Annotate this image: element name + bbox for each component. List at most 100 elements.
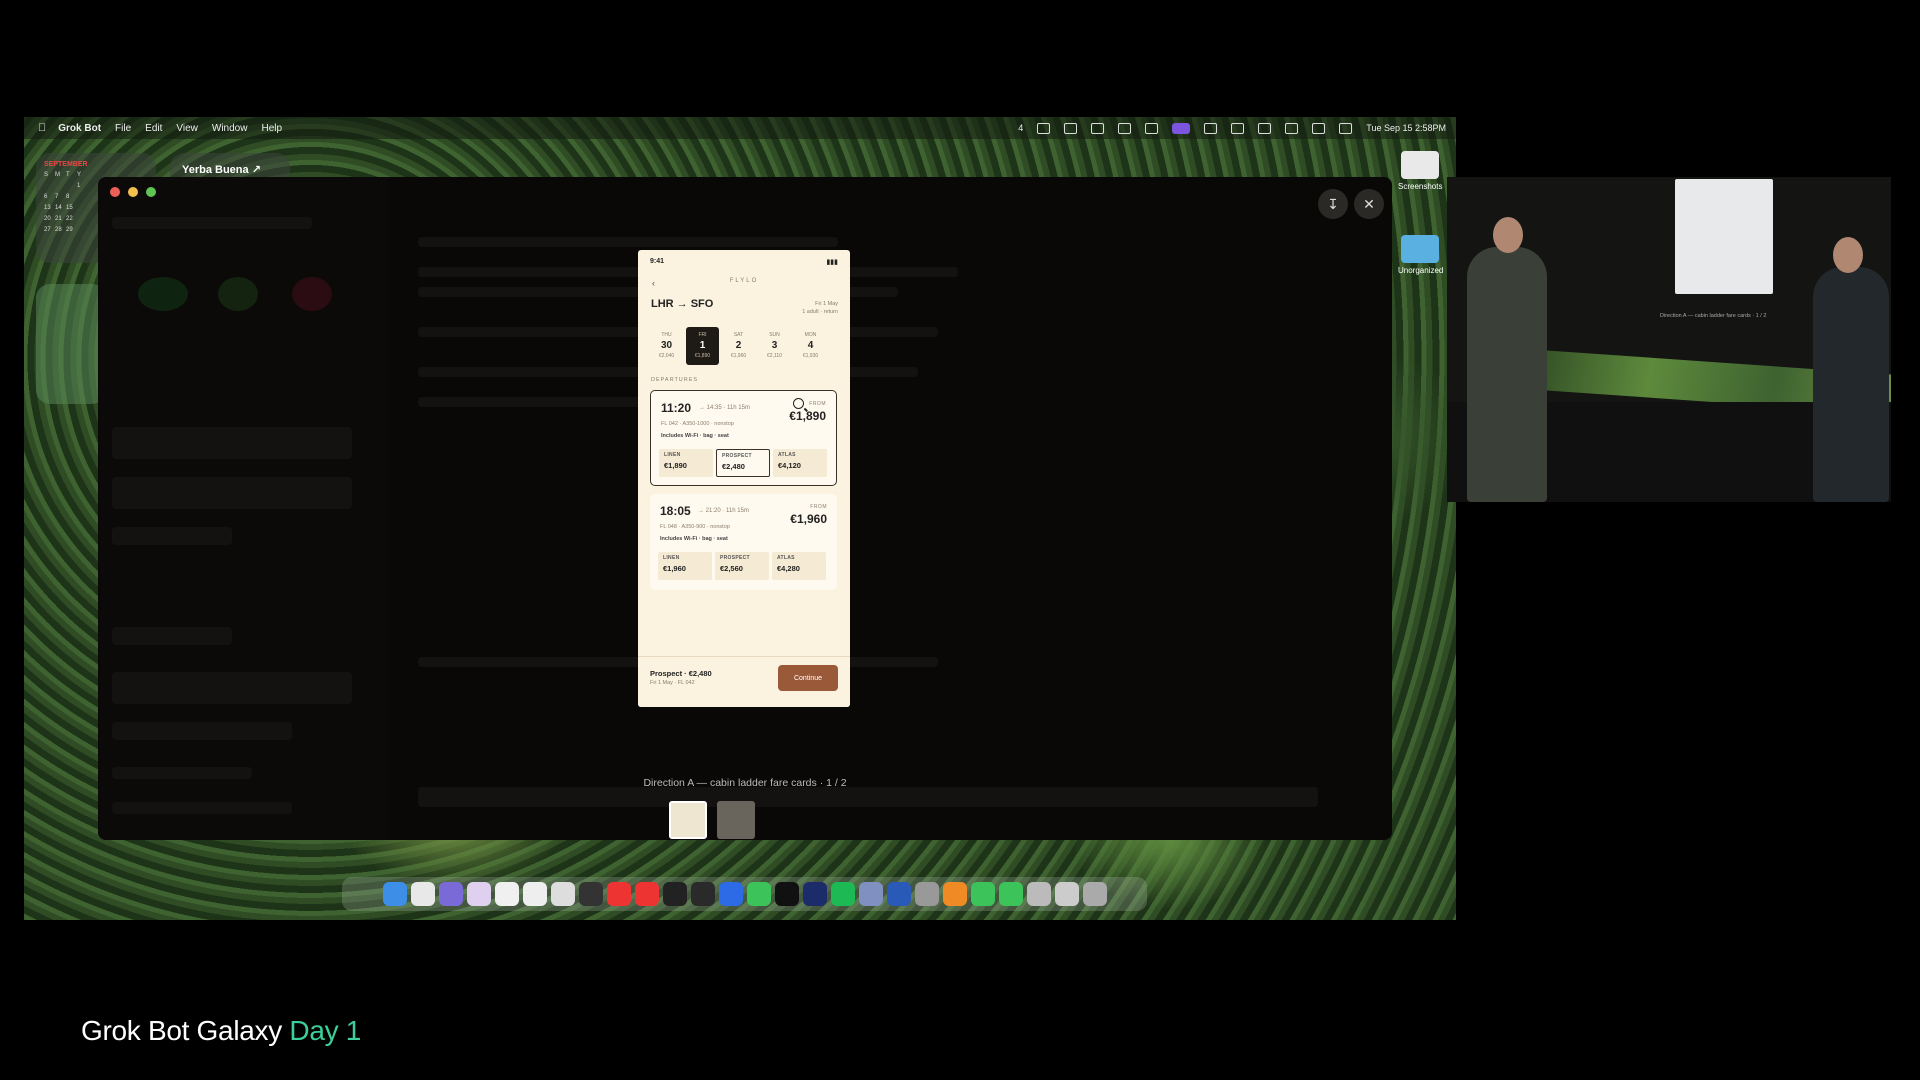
fare-options: LINEN €1,890 PROSPECT €2,480 ATLAS €4,12…: [659, 449, 827, 477]
status-icon[interactable]: [1037, 122, 1051, 134]
desktop-folder-unorganized[interactable]: Unorganized: [1398, 235, 1444, 275]
settings-icon[interactable]: [914, 882, 939, 906]
grok-bot-window: ↧ ✕ 9:41 ▮▮▮ FLYLO ‹ LHR → SFO Fri 1 May…: [98, 177, 1392, 840]
chrome-icon[interactable]: [410, 882, 435, 906]
phone-icon[interactable]: [998, 882, 1023, 906]
mac-desktop:  Grok Bot File Edit View Window Help 4 …: [24, 117, 1456, 920]
calendar-icon[interactable]: [522, 882, 547, 906]
menu-file[interactable]: File: [115, 123, 131, 134]
apple-menu-icon[interactable]: : [38, 122, 46, 134]
fare-atlas[interactable]: ATLAS €4,280: [772, 552, 826, 580]
menu-edit[interactable]: Edit: [145, 123, 162, 134]
minimize-window-button[interactable]: [128, 187, 138, 197]
calendar-day: 7: [55, 194, 59, 200]
app-icon[interactable]: [886, 882, 911, 906]
battery-icon[interactable]: [1258, 122, 1272, 134]
includes-info: Includes Wi-Fi · bag · seat: [660, 536, 728, 542]
day-name: SUN: [769, 332, 780, 338]
fare-linen[interactable]: LINEN €1,890: [659, 449, 713, 477]
phone-mockup: 9:41 ▮▮▮ FLYLO ‹ LHR → SFO Fri 1 May 1 a…: [638, 250, 850, 707]
menu-help[interactable]: Help: [261, 123, 282, 134]
download-button[interactable]: ↧: [1318, 189, 1348, 219]
chatgpt-icon[interactable]: [690, 882, 715, 906]
fare-name: PROSPECT: [720, 555, 750, 561]
thumbnail-2[interactable]: [717, 801, 755, 839]
calendar-day: [66, 183, 77, 189]
calendar-day: T: [66, 172, 70, 178]
moon-icon[interactable]: [1231, 122, 1245, 134]
app-icon[interactable]: [438, 882, 463, 906]
day-chip[interactable]: SAT 2 €1,960: [722, 327, 755, 365]
folder-icon[interactable]: [1026, 882, 1051, 906]
status-icon[interactable]: [1064, 122, 1078, 134]
fare-atlas[interactable]: ATLAS €4,120: [773, 449, 827, 477]
app-icon[interactable]: [634, 882, 659, 906]
menu-view[interactable]: View: [176, 123, 198, 134]
flight-card[interactable]: 11:20 → 14:35 · 11h 15m FROM €1,890 FL 0…: [650, 390, 837, 486]
continue-button[interactable]: Continue: [778, 665, 838, 691]
app-icon[interactable]: [662, 882, 687, 906]
trash-icon[interactable]: [1082, 882, 1107, 906]
app-icon[interactable]: [858, 882, 883, 906]
photo-widget[interactable]: [36, 284, 106, 404]
notion-icon[interactable]: [1118, 122, 1132, 134]
menu-window[interactable]: Window: [212, 123, 248, 134]
close-window-button[interactable]: [110, 187, 120, 197]
facetime-icon[interactable]: [970, 882, 995, 906]
brand-logo: FLYLO: [729, 278, 759, 284]
calendar-day: 28: [55, 227, 62, 233]
downloads-icon[interactable]: [1054, 882, 1079, 906]
record-icon[interactable]: [1145, 122, 1159, 134]
fare-prospect[interactable]: PROSPECT €2,560: [715, 552, 769, 580]
zoom-window-button[interactable]: [146, 187, 156, 197]
notion-icon[interactable]: [494, 882, 519, 906]
control-center-icon[interactable]: [1339, 122, 1353, 134]
messages-icon[interactable]: [746, 882, 771, 906]
app-icon[interactable]: [942, 882, 967, 906]
screen-share-icon[interactable]: [1172, 122, 1191, 134]
thumbnail-1[interactable]: [669, 801, 707, 839]
day-chip-selected[interactable]: FRI 1 €1,890: [686, 327, 719, 365]
fare-price: €2,480: [722, 462, 745, 471]
day-chip[interactable]: THU 30 €2,040: [650, 327, 683, 365]
day-chip[interactable]: SUN 3 €2,110: [758, 327, 791, 365]
projected-screen: [1675, 179, 1773, 294]
spotify-icon[interactable]: [830, 882, 855, 906]
day-price: €2,110: [767, 353, 782, 359]
calendar-day: 27: [44, 227, 51, 233]
back-icon[interactable]: ‹: [652, 278, 655, 288]
fare-price: €1,890: [664, 461, 687, 470]
slack-icon[interactable]: [466, 882, 491, 906]
app-icon[interactable]: [802, 882, 827, 906]
app-icon[interactable]: [578, 882, 603, 906]
calendar-day: 13: [44, 205, 51, 211]
app-menu[interactable]: Grok Bot: [58, 123, 101, 134]
status-count[interactable]: 4: [1018, 123, 1023, 133]
speaker-camera-feed: Direction A — cabin ladder fare cards · …: [1447, 177, 1891, 502]
status-icon[interactable]: [1204, 122, 1218, 134]
fare-linen[interactable]: LINEN €1,960: [658, 552, 712, 580]
wifi-icon[interactable]: [1285, 122, 1299, 134]
phone-status-bar: 9:41 ▮▮▮: [638, 250, 850, 266]
fare-name: ATLAS: [778, 452, 796, 458]
from-label: FROM: [809, 401, 826, 407]
grid-icon[interactable]: [1091, 122, 1105, 134]
app-icon[interactable]: [606, 882, 631, 906]
desktop-folder-screenshots[interactable]: Screenshots: [1398, 151, 1442, 191]
flight-card[interactable]: 18:05 → 21:20 · 11h 15m FROM €1,960 FL 0…: [650, 494, 837, 590]
app-icon[interactable]: [550, 882, 575, 906]
projected-caption: Direction A — cabin ladder fare cards · …: [1660, 313, 1767, 319]
finder-icon[interactable]: [382, 882, 407, 906]
day-chip[interactable]: MON 4 €1,930: [794, 327, 827, 365]
fare-name: LINEN: [664, 452, 681, 458]
volume-mute-icon[interactable]: [1312, 122, 1326, 134]
zoom-icon[interactable]: [718, 882, 743, 906]
calendar-day-today: 15: [66, 205, 73, 211]
menu-clock[interactable]: Tue Sep 15 2:58PM: [1366, 123, 1446, 133]
desktop-icon-label: Unorganized: [1398, 266, 1444, 275]
fare-prospect-selected[interactable]: PROSPECT €2,480: [716, 449, 770, 477]
trip-passengers: 1 adult · return: [802, 309, 838, 315]
close-viewer-button[interactable]: ✕: [1354, 189, 1384, 219]
terminal-icon[interactable]: [774, 882, 799, 906]
calendar-day: Y: [77, 172, 82, 178]
